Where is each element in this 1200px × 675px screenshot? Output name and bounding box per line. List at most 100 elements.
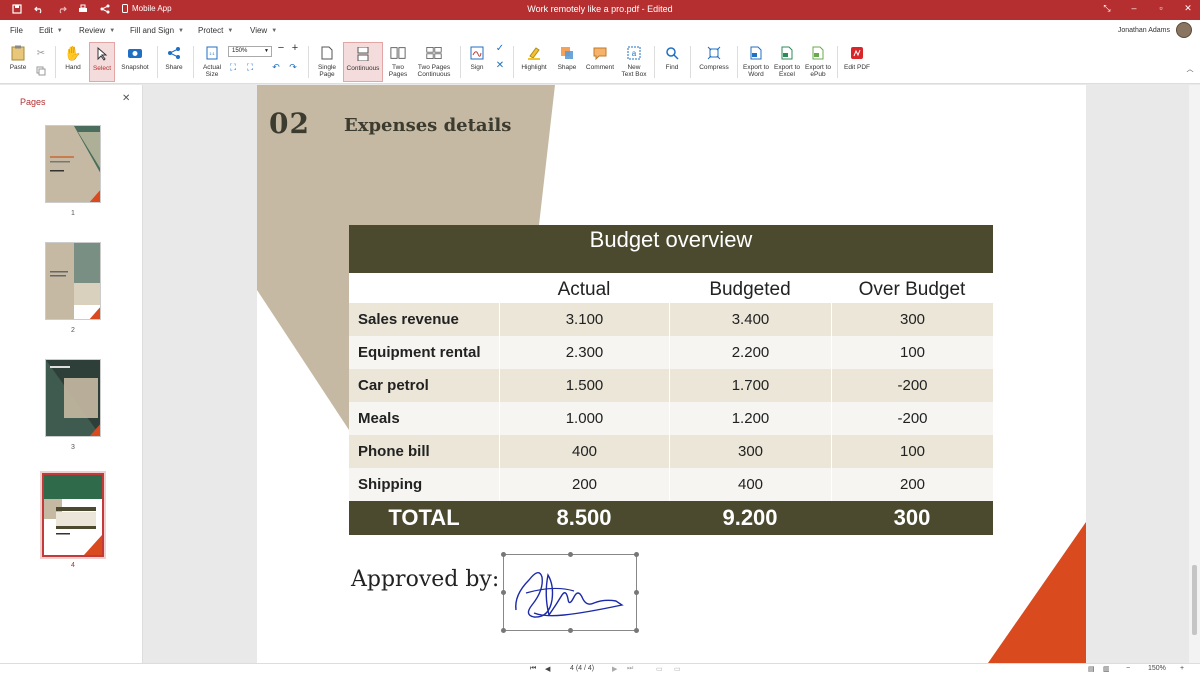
row-label: Shipping <box>358 476 423 493</box>
rotate-right-button[interactable]: ↷ <box>287 62 299 76</box>
fit-width-icon[interactable]: ▥ <box>1103 665 1110 673</box>
separator <box>55 46 56 78</box>
highlight-button[interactable]: Highlight <box>519 42 549 82</box>
page-thumbnail-4[interactable] <box>40 471 106 559</box>
collapse-ribbon-button[interactable]: ︿ <box>1184 66 1196 78</box>
menu-view[interactable]: View ▼ <box>250 26 277 35</box>
separator <box>193 46 194 78</box>
zoom-out-icon[interactable]: − <box>1126 665 1130 672</box>
zoom-in-icon[interactable]: + <box>1180 665 1184 672</box>
menu-fill-and-sign[interactable]: Fill and Sign ▼ <box>130 26 184 35</box>
two-pages-icon <box>390 45 406 61</box>
fit-width-button[interactable]: ⛶ <box>244 62 256 76</box>
find-button[interactable]: Find <box>661 42 683 82</box>
fit-page-button[interactable]: ⛶ <box>227 63 239 76</box>
zoom-value: 150% <box>232 48 248 54</box>
scrollbar-thumb[interactable] <box>1192 565 1197 635</box>
over-budget-cell: 100 <box>831 435 993 468</box>
budget-table-header: Actual Budgeted Over Budget <box>349 273 993 303</box>
total-budgeted: 9.200 <box>722 505 778 530</box>
maximize-icon[interactable]: ▫ <box>1154 3 1168 17</box>
edit-pdf-icon <box>849 45 865 61</box>
paste-button[interactable]: Paste <box>6 42 30 82</box>
page-thumbnail-1[interactable] <box>45 125 101 203</box>
sign-button[interactable]: Sign <box>466 42 488 82</box>
resize-handle[interactable] <box>634 628 639 633</box>
page-indicator[interactable]: 4 (4 / 4) <box>570 665 594 672</box>
comment-icon <box>592 45 608 61</box>
checkmark-button[interactable]: ✓ <box>493 44 507 57</box>
continuous-button[interactable]: Continuous <box>343 42 383 82</box>
single-page-label: Single Page <box>317 64 337 78</box>
highlighter-icon <box>526 45 542 61</box>
next-page-icon[interactable]: ▶ <box>612 665 617 673</box>
actual-cell: 400 <box>499 435 669 468</box>
fit-page-icon[interactable]: ▤ <box>1088 665 1095 673</box>
two-pages-continuous-button[interactable]: Two Pages Continuous <box>414 42 454 82</box>
zoom-in-button[interactable]: + <box>288 43 302 57</box>
zoom-level[interactable]: 150% <box>1148 665 1166 672</box>
close-icon[interactable]: ✕ <box>122 93 130 104</box>
page-number-3: 3 <box>71 444 75 451</box>
snapshot-button[interactable]: Snapshot <box>119 42 151 82</box>
previous-page-icon[interactable]: ◀ <box>545 665 550 673</box>
minimize-icon[interactable]: – <box>1127 3 1141 17</box>
shape-button[interactable]: Shape <box>554 42 580 82</box>
resize-handle[interactable] <box>501 628 506 633</box>
comment-button[interactable]: Comment <box>584 42 616 82</box>
first-page-icon[interactable]: ⏮ <box>530 665 536 673</box>
search-icon <box>664 45 680 61</box>
resize-handle[interactable] <box>634 590 639 595</box>
page-view-icon[interactable]: ▭ <box>656 665 663 673</box>
hand-button[interactable]: ✋ Hand <box>62 42 84 82</box>
zoom-select[interactable]: 150% ▼ <box>228 46 272 57</box>
menu-review[interactable]: Review ▼ <box>79 26 115 35</box>
page-layout-icon[interactable]: ▭ <box>674 665 681 673</box>
menu-file[interactable]: File <box>10 26 23 35</box>
resize-handle[interactable] <box>568 552 573 557</box>
new-text-box-button[interactable]: a New Text Box <box>620 42 648 82</box>
compress-icon <box>706 45 722 61</box>
export-epub-button[interactable]: Export to ePub <box>804 42 832 82</box>
export-word-button[interactable]: Export to Word <box>742 42 770 82</box>
edit-pdf-button[interactable]: Edit PDF <box>843 42 871 82</box>
rotate-left-button[interactable]: ↶ <box>270 63 282 76</box>
page-thumbnail-2[interactable] <box>45 242 101 320</box>
share-button[interactable]: Share <box>163 42 185 82</box>
over-budget-cell: 200 <box>831 468 993 501</box>
page-thumbnail-3[interactable] <box>45 359 101 437</box>
chevron-up-icon: ︿ <box>1186 66 1194 73</box>
resize-handle[interactable] <box>568 628 573 633</box>
menu-view-label: View <box>250 26 268 35</box>
continuous-icon <box>355 46 371 62</box>
cross-button[interactable]: ✕ <box>493 61 507 74</box>
menu-bar: File Edit ▼ Review ▼ Fill and Sign ▼ Protec… <box>0 20 1200 40</box>
resize-handle[interactable] <box>501 590 506 595</box>
select-button[interactable]: Select <box>89 42 115 82</box>
two-pages-button[interactable]: Two Pages <box>386 42 410 82</box>
fit-width-icon: ⛶ <box>246 62 254 72</box>
menu-protect[interactable]: Protect ▼ <box>198 26 233 35</box>
ribbon-toolbar: Paste ✂ ✋ Hand Select Snapshot Share 1:1… <box>0 40 1200 84</box>
close-icon[interactable]: ✕ <box>1181 3 1195 17</box>
menu-edit[interactable]: Edit ▼ <box>39 26 63 35</box>
page-number-1: 1 <box>71 210 75 217</box>
resize-handle[interactable] <box>634 552 639 557</box>
vertical-scrollbar[interactable] <box>1189 85 1200 663</box>
rotate-right-icon: ↷ <box>289 62 297 72</box>
actual-size-button[interactable]: 1:1 Actual Size <box>200 42 224 82</box>
signature-box[interactable] <box>501 552 639 633</box>
single-page-button[interactable]: Single Page <box>314 42 340 82</box>
zoom-out-button[interactable]: − <box>274 43 288 57</box>
excel-doc-icon <box>779 45 795 61</box>
compress-button[interactable]: Compress <box>697 42 731 82</box>
user-name[interactable]: Jonathan Adams <box>1118 27 1170 34</box>
chevron-down-icon: ▼ <box>264 48 269 54</box>
resize-handle[interactable] <box>501 552 506 557</box>
export-excel-button[interactable]: Export to Excel <box>773 42 801 82</box>
last-page-icon[interactable]: ⏭ <box>627 665 633 673</box>
avatar[interactable] <box>1176 22 1192 38</box>
two-pages-label: Two Pages <box>388 64 408 78</box>
word-doc-icon <box>748 45 764 61</box>
restore-icon[interactable]: ⤡ <box>1100 3 1114 17</box>
